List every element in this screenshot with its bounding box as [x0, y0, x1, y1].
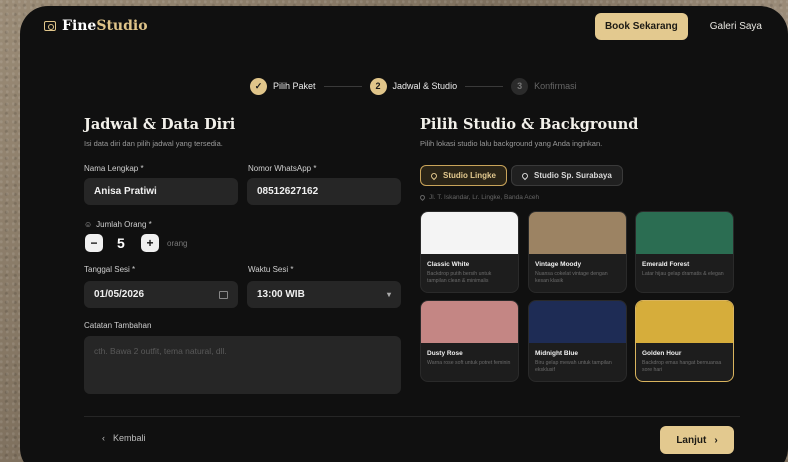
- date-value: 01/05/2026: [94, 289, 145, 300]
- studio-surabaya-label: Studio Sp. Surabaya: [534, 171, 612, 180]
- background-desc: Nuansa cokelat vintage dengan kesan klas…: [535, 271, 608, 285]
- background-name: Golden Hour: [642, 350, 682, 357]
- background-name: Vintage Moody: [535, 261, 582, 268]
- step-3: 3 Konfirmasi: [511, 77, 577, 95]
- background-card-emerald-forest[interactable]: Emerald Forest Latar hijau gelap dramati…: [635, 211, 734, 293]
- background-name: Emerald Forest: [642, 261, 690, 268]
- form-title: Jadwal & Data Diri: [84, 116, 236, 133]
- whatsapp-label: Nomor WhatsApp *: [248, 164, 317, 173]
- step-label: Konfirmasi: [534, 81, 577, 91]
- notes-label: Catatan Tambahan: [84, 321, 152, 330]
- chevron-left-icon: ‹: [102, 433, 105, 443]
- people-label: Jumlah Orang *: [96, 220, 152, 229]
- step-check-icon: ✓: [250, 77, 267, 95]
- top-bar: Fine Studio Book Sekarang Galeri Saya: [20, 6, 788, 46]
- background-desc: Latar hijau gelap dramatis & elegan: [642, 271, 724, 277]
- back-label: Kembali: [113, 433, 146, 443]
- decrease-button[interactable]: −: [85, 234, 103, 252]
- app-window: Fine Studio Book Sekarang Galeri Saya ✓ P…: [20, 6, 788, 462]
- logo-text-fine: Fine: [62, 18, 97, 34]
- people-count: 5: [117, 235, 125, 251]
- background-card-midnight-blue[interactable]: Midnight Blue Biru gelap mewah untuk tam…: [528, 300, 627, 382]
- whatsapp-field[interactable]: 08512627162: [247, 178, 401, 205]
- background-desc: Backdrop emas hangat bernuansa sore hari: [642, 360, 722, 374]
- studio-lingke-label: Studio Lingke: [443, 171, 496, 180]
- date-field[interactable]: 01/05/2026: [84, 281, 238, 308]
- gallery-link[interactable]: Galeri Saya: [710, 21, 762, 32]
- studio-subtitle: Pilih lokasi studio lalu background yang…: [420, 139, 603, 148]
- calendar-icon[interactable]: [219, 290, 228, 299]
- form-subtitle: Isi data diri dan pilih jadwal yang ters…: [84, 139, 223, 148]
- studio-title: Pilih Studio & Background: [420, 116, 639, 133]
- location-pin-icon: [418, 193, 427, 202]
- step-1: ✓ Pilih Paket: [250, 77, 316, 95]
- studio-section: Pilih Studio & Background Pilih lokasi s…: [420, 116, 740, 148]
- step-label: Jadwal & Studio: [392, 81, 458, 91]
- time-value: 13:00 WIB: [257, 289, 305, 300]
- background-swatch: [421, 212, 518, 254]
- back-button[interactable]: ‹ Kembali: [102, 433, 146, 443]
- location-pin-icon: [520, 171, 530, 180]
- progress-stepper: ✓ Pilih Paket 2 Jadwal & Studio 3 Konfir…: [250, 76, 577, 96]
- background-swatch: [421, 301, 518, 343]
- background-swatch: [636, 212, 733, 254]
- background-swatch: [636, 301, 733, 343]
- people-icon: ☺: [84, 220, 93, 229]
- background-card-vintage-moody[interactable]: Vintage Moody Nuansa cokelat vintage den…: [528, 211, 627, 293]
- background-card-golden-hour[interactable]: Golden Hour Backdrop emas hangat bernuan…: [635, 300, 734, 382]
- studio-lingke-button[interactable]: Studio Lingke: [420, 165, 507, 186]
- people-label-row: ☺ Jumlah Orang *: [84, 220, 152, 229]
- chevron-down-icon: ▾: [386, 290, 391, 299]
- background-card-dusty-rose[interactable]: Dusty Rose Warna rose soft untuk potret …: [420, 300, 519, 382]
- background-desc: Warna rose soft untuk potret feminin: [427, 360, 511, 366]
- name-label: Nama Lengkap *: [84, 164, 144, 173]
- book-now-button[interactable]: Book Sekarang: [594, 12, 688, 40]
- address-row: Jl. T. Iskandar, Lr. Lingke, Banda Aceh: [418, 193, 540, 202]
- background-desc: Backdrop putih bersih untuk tampilan cle…: [427, 271, 492, 285]
- step-connector: [323, 85, 362, 87]
- background-swatch: [529, 301, 626, 343]
- step-label: Pilih Paket: [273, 81, 316, 91]
- footer-divider: [84, 416, 740, 417]
- logo[interactable]: Fine Studio: [44, 18, 148, 34]
- camera-icon: [44, 21, 56, 31]
- location-pin-icon: [429, 171, 439, 180]
- time-select[interactable]: 13:00 WIB ▾: [247, 281, 401, 308]
- step-number: 3: [511, 77, 529, 95]
- studio-address: Jl. T. Iskandar, Lr. Lingke, Banda Aceh: [429, 194, 540, 201]
- step-number: 2: [369, 77, 387, 95]
- date-label: Tanggal Sesi *: [84, 265, 136, 274]
- background-card-classic-white[interactable]: Classic White Backdrop putih bersih untu…: [420, 211, 519, 293]
- background-desc: Biru gelap mewah untuk tampilan eksklusi…: [535, 360, 612, 374]
- background-swatch: [529, 212, 626, 254]
- logo-text-studio: Studio: [96, 18, 148, 34]
- time-label: Waktu Sesi *: [248, 265, 294, 274]
- next-label: Lanjut: [676, 434, 707, 446]
- name-field[interactable]: Anisa Pratiwi: [84, 178, 238, 205]
- background-name: Midnight Blue: [535, 350, 578, 357]
- schedule-form: Jadwal & Data Diri Isi data diri dan pil…: [84, 116, 400, 148]
- notes-textarea[interactable]: cth. Bawa 2 outfit, tema natural, dll.: [84, 336, 401, 394]
- background-name: Dusty Rose: [427, 350, 463, 357]
- background-name: Classic White: [427, 261, 470, 268]
- step-connector: [465, 85, 504, 87]
- step-2: 2 Jadwal & Studio: [369, 77, 458, 95]
- next-button[interactable]: Lanjut ›: [660, 426, 734, 454]
- chevron-right-icon: ›: [714, 434, 718, 446]
- increase-button[interactable]: +: [141, 234, 159, 252]
- people-unit: orang: [167, 239, 188, 248]
- studio-surabaya-button[interactable]: Studio Sp. Surabaya: [511, 165, 623, 186]
